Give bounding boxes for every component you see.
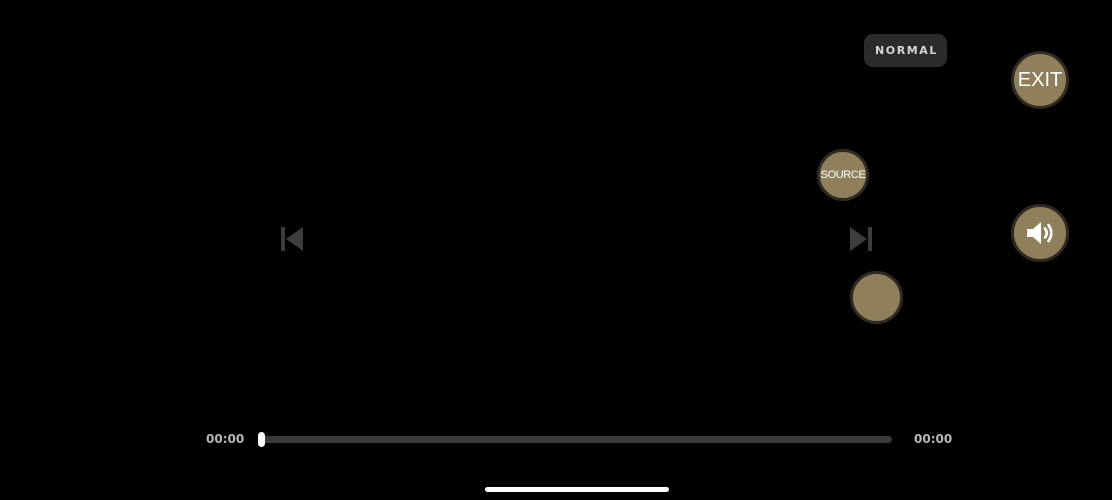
source-button[interactable]: SOURCE [817,149,869,201]
floating-action-button[interactable] [850,271,903,324]
total-time: 00:00 [914,432,953,446]
skip-previous-icon[interactable] [278,225,306,253]
exit-label: EXIT [1017,68,1063,91]
source-label: SOURCE [820,169,866,181]
exit-button[interactable]: EXIT [1011,51,1069,109]
speaker-volume-icon [1027,222,1053,244]
skip-next-icon[interactable] [847,225,875,253]
seek-bar-thumb[interactable] [258,432,265,447]
seek-bar[interactable] [258,432,892,447]
volume-button[interactable] [1011,204,1069,262]
current-time: 00:00 [206,432,245,446]
playback-mode-button[interactable]: NORMAL [864,34,947,67]
home-indicator[interactable] [485,487,669,492]
video-player-screen: NORMAL EXIT SOURCE 00:00 00:00 [0,0,1112,500]
